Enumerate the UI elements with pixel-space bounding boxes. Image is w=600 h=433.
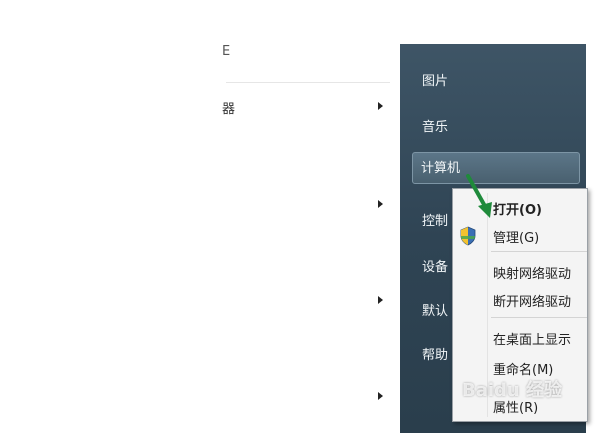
baidu-watermark: Baidu 经验 bbox=[462, 380, 563, 401]
context-separator bbox=[491, 251, 587, 252]
menu-item-pictures[interactable]: 图片 bbox=[422, 70, 448, 89]
menu-item-music[interactable]: 音乐 bbox=[422, 116, 448, 135]
submenu-arrow-icon[interactable] bbox=[378, 296, 383, 304]
menu-item-control-panel[interactable]: 控制 bbox=[422, 210, 448, 229]
context-item-disconnect-network-drive[interactable]: 断开网络驱动 bbox=[493, 291, 571, 310]
submenu-arrow-icon[interactable] bbox=[378, 200, 383, 208]
submenu-arrow-icon[interactable] bbox=[378, 102, 383, 110]
context-item-manage[interactable]: 管理(G) bbox=[493, 227, 539, 246]
submenu-arrow-icon[interactable] bbox=[378, 392, 383, 400]
green-pointer-arrow-icon bbox=[466, 174, 492, 218]
uac-shield-icon bbox=[460, 226, 476, 246]
context-item-show-on-desktop[interactable]: 在桌面上显示 bbox=[493, 329, 571, 348]
start-menu-left-panel bbox=[0, 0, 400, 433]
menu-item-help[interactable]: 帮助 bbox=[422, 344, 448, 363]
menu-item-devices[interactable]: 设备 bbox=[422, 256, 448, 275]
left-menu-separator bbox=[226, 82, 390, 83]
menu-item-default-programs[interactable]: 默认 bbox=[422, 300, 448, 319]
left-menu-top-label: E bbox=[222, 44, 231, 59]
context-item-map-network-drive[interactable]: 映射网络驱动 bbox=[493, 263, 571, 282]
context-separator bbox=[491, 317, 587, 318]
left-menu-item-label[interactable]: 器 bbox=[222, 98, 235, 117]
